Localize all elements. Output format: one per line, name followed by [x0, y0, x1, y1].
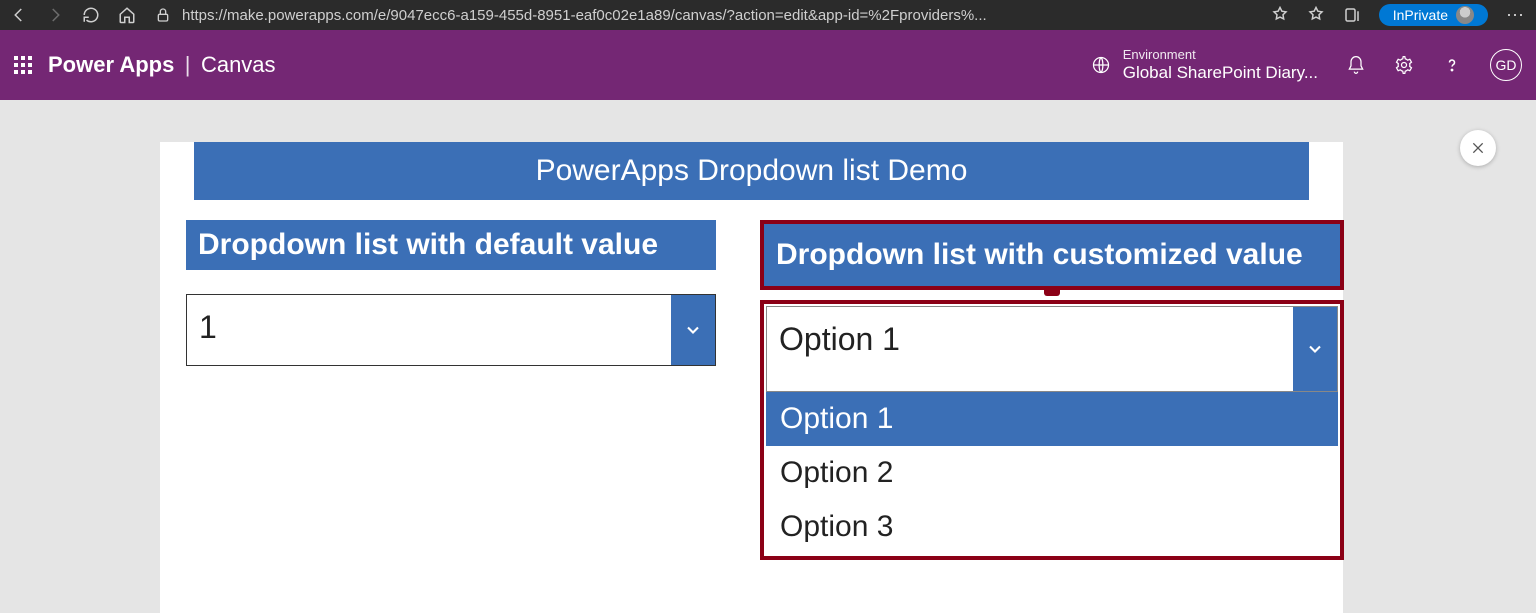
forward-icon: [46, 6, 64, 24]
chevron-down-icon: [1293, 307, 1337, 391]
lock-icon: [154, 6, 172, 24]
browser-chrome: https://make.powerapps.com/e/9047ecc6-a1…: [0, 0, 1536, 30]
globe-icon: [1091, 55, 1111, 75]
notifications-icon[interactable]: [1346, 55, 1366, 75]
close-button[interactable]: [1460, 130, 1496, 166]
product-name: Power Apps: [48, 52, 174, 77]
address-bar[interactable]: https://make.powerapps.com/e/9047ecc6-a1…: [154, 6, 1253, 24]
dropdown-default-value: 1: [187, 295, 671, 365]
more-menu-icon[interactable]: ⋯: [1506, 5, 1526, 26]
selection-handle-icon[interactable]: [1044, 286, 1060, 296]
home-icon[interactable]: [118, 6, 136, 24]
dropdown-option[interactable]: Option 2: [766, 446, 1338, 500]
dropdown-custom-value: Option 1: [767, 307, 1293, 391]
url-text: https://make.powerapps.com/e/9047ecc6-a1…: [182, 7, 987, 24]
user-initials: GD: [1496, 57, 1517, 73]
right-column: Dropdown list with customized value Opti…: [760, 220, 1344, 560]
help-icon[interactable]: [1442, 55, 1462, 75]
profile-avatar-icon: [1456, 6, 1474, 24]
user-avatar[interactable]: GD: [1490, 49, 1522, 81]
context-name: Canvas: [201, 52, 276, 77]
refresh-icon[interactable]: [82, 6, 100, 24]
dropdown-custom-container: Option 1 Option 1 Option 2 Option 3: [760, 300, 1344, 560]
back-icon[interactable]: [10, 6, 28, 24]
settings-icon[interactable]: [1394, 55, 1414, 75]
dropdown-option[interactable]: Option 3: [766, 500, 1338, 554]
environment-picker[interactable]: Environment Global SharePoint Diary...: [1091, 47, 1318, 83]
dropdown-options-list: Option 1 Option 2 Option 3: [766, 392, 1338, 554]
reading-list-icon[interactable]: [1271, 6, 1289, 24]
app-header: Power Apps | Canvas Environment Global S…: [0, 30, 1536, 100]
environment-label: Environment: [1123, 47, 1318, 63]
favorites-icon[interactable]: [1307, 6, 1325, 24]
canvas: PowerApps Dropdown list Demo Dropdown li…: [160, 142, 1343, 613]
chevron-down-icon: [671, 295, 715, 365]
demo-title: PowerApps Dropdown list Demo: [194, 142, 1309, 200]
title-separator: |: [185, 52, 191, 77]
dropdown-default[interactable]: 1: [186, 294, 716, 366]
stage: PowerApps Dropdown list Demo Dropdown li…: [0, 100, 1536, 577]
inprivate-badge[interactable]: InPrivate: [1379, 4, 1488, 26]
left-section-label: Dropdown list with default value: [186, 220, 716, 270]
right-section-label[interactable]: Dropdown list with customized value: [760, 220, 1344, 290]
dropdown-custom[interactable]: Option 1: [766, 306, 1338, 392]
left-column: Dropdown list with default value 1: [186, 220, 716, 560]
dropdown-option[interactable]: Option 1: [766, 392, 1338, 446]
environment-name: Global SharePoint Diary...: [1123, 63, 1318, 83]
inprivate-label: InPrivate: [1393, 7, 1448, 23]
collections-icon[interactable]: [1343, 6, 1361, 24]
app-launcher-icon[interactable]: [14, 56, 32, 74]
product-title-block: Power Apps | Canvas: [48, 52, 276, 78]
